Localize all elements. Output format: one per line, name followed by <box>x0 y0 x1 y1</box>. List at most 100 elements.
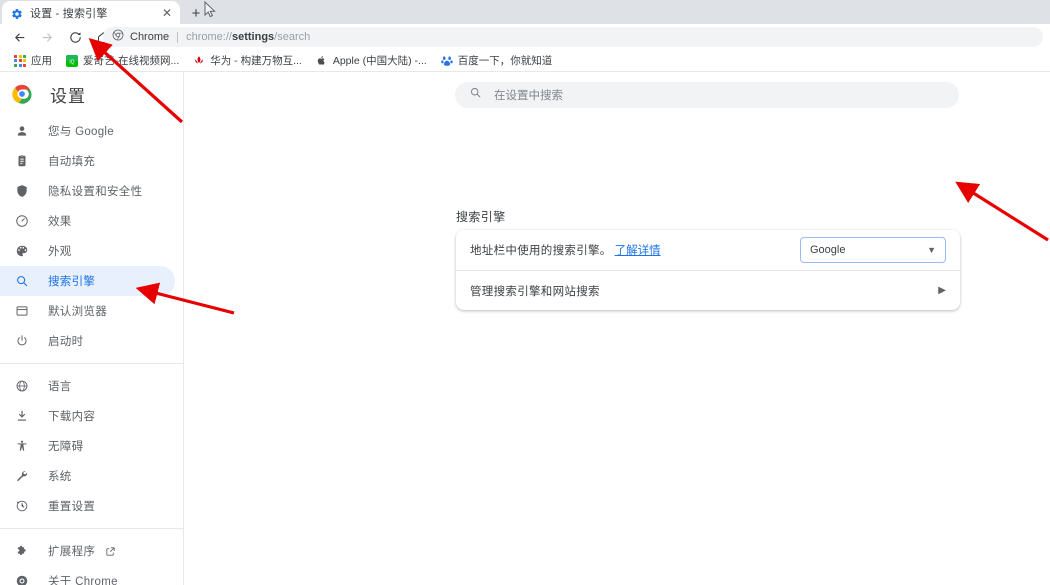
chrome-icon <box>14 573 30 585</box>
external-link-icon <box>105 546 116 557</box>
sidebar-item-system[interactable]: 系统 <box>0 461 175 491</box>
sidebar-item-label: 效果 <box>48 216 72 228</box>
wrench-icon <box>14 468 30 484</box>
sidebar-item-label: 外观 <box>48 246 72 258</box>
chevron-right-icon: ▶ <box>938 285 946 296</box>
huawei-icon <box>193 55 205 67</box>
sidebar-item-accessibility[interactable]: 无障碍 <box>0 431 175 461</box>
omnibox-url: chrome://settings/search <box>186 31 310 43</box>
browser-window: 设置 - 搜索引擎 ✕ + Chrome chrome://settings/s… <box>0 0 1050 585</box>
sidebar-item-label: 系统 <box>48 471 72 483</box>
sidebar-item-label: 默认浏览器 <box>48 306 107 318</box>
learn-more-link[interactable]: 了解详情 <box>615 242 661 258</box>
bookmark-label: 应用 <box>31 55 52 67</box>
baidu-icon <box>440 55 453 67</box>
back-button[interactable] <box>7 25 31 49</box>
sidebar-item-reset-settings[interactable]: 重置设置 <box>0 491 175 521</box>
apple-icon <box>316 55 328 67</box>
forward-button[interactable] <box>35 25 59 49</box>
search-engine-card: 地址栏中使用的搜索引擎。 了解详情 Google ▼ 管理搜索引擎和网站搜索 ▶ <box>456 230 960 310</box>
person-icon <box>14 123 30 139</box>
section-title: 搜索引擎 <box>456 210 506 224</box>
palette-icon <box>14 243 30 259</box>
accessibility-icon <box>14 438 30 454</box>
shield-icon <box>14 183 30 199</box>
sidebar-item-label: 搜索引擎 <box>48 276 96 288</box>
gear-icon <box>11 7 23 19</box>
history-icon <box>14 498 30 514</box>
chevron-down-icon: ▼ <box>927 245 936 255</box>
omnibox-separator <box>177 31 179 43</box>
tab-title: 设置 - 搜索引擎 <box>30 7 108 20</box>
download-icon <box>14 408 30 424</box>
chrome-logo-icon <box>12 84 32 104</box>
bookmark-label: Apple (中国大陆) -... <box>332 55 427 67</box>
sidebar-item-label: 语言 <box>48 381 72 393</box>
settings-header: 设置 <box>0 72 183 116</box>
svg-text:iQ: iQ <box>70 59 75 65</box>
sidebar-item-label: 下载内容 <box>48 411 96 423</box>
url-suffix: /search <box>274 31 311 43</box>
sidebar-item-label: 您与 Google <box>48 126 114 138</box>
sidebar-item-search-engine[interactable]: 搜索引擎 <box>0 266 175 296</box>
sidebar-divider-bottom <box>0 528 183 529</box>
bookmark-label: 爱奇艺-在线视频网... <box>83 55 180 67</box>
omnibox-chip-label: Chrome <box>130 31 170 43</box>
browser-toolbar: Chrome chrome://settings/search <box>0 24 1050 50</box>
apps-grid-icon <box>14 54 26 67</box>
bookmark-apps[interactable]: 应用 <box>8 52 58 70</box>
settings-content: 在设置中搜索 搜索引擎 地址栏中使用的搜索引擎。 了解详情 Google ▼ 管… <box>184 72 1050 585</box>
url-prefix: chrome:// <box>186 31 232 43</box>
sidebar-item-default-browser[interactable]: 默认浏览器 <box>0 296 175 326</box>
sidebar-item-label: 自动填充 <box>48 156 96 168</box>
sidebar-item-autofill[interactable]: 自动填充 <box>0 146 175 176</box>
sidebar-item-performance[interactable]: 效果 <box>0 206 175 236</box>
row-label: 地址栏中使用的搜索引擎。 <box>470 245 612 257</box>
chrome-icon <box>112 28 124 46</box>
bookmark-apple[interactable]: Apple (中国大陆) -... <box>310 52 433 70</box>
close-icon[interactable]: ✕ <box>160 6 174 20</box>
browser-tab[interactable]: 设置 - 搜索引擎 ✕ <box>2 1 180 24</box>
sidebar-item-you-and-google[interactable]: 您与 Google <box>0 116 175 146</box>
new-tab-button[interactable]: + <box>186 3 206 23</box>
sidebar-item-on-startup[interactable]: 启动时 <box>0 326 175 356</box>
sidebar-item-label: 隐私设置和安全性 <box>48 186 143 198</box>
speedometer-icon <box>14 213 30 229</box>
search-icon <box>14 273 30 289</box>
address-bar[interactable]: Chrome chrome://settings/search <box>103 27 1043 47</box>
bookmark-label: 百度一下，你就知道 <box>457 55 553 67</box>
sidebar-item-label: 关于 Chrome <box>48 576 118 585</box>
page-title: 设置 <box>50 86 86 106</box>
sidebar-item-privacy-security[interactable]: 隐私设置和安全性 <box>0 176 175 206</box>
sidebar-item-about-chrome[interactable]: 关于 Chrome <box>0 566 175 585</box>
sidebar-divider <box>0 363 183 364</box>
sidebar-item-downloads[interactable]: 下载内容 <box>0 401 175 431</box>
puzzle-icon <box>14 543 30 559</box>
bookmark-label: 华为 - 构建万物互... <box>210 55 302 67</box>
search-input[interactable]: 在设置中搜索 <box>455 82 959 108</box>
settings-sidebar: 设置 您与 Google 自动填充 隐私设置和安全性 效果 外观 搜索引擎 默认… <box>0 72 184 585</box>
selected-engine-value: Google <box>810 244 846 256</box>
bookmark-iqiyi[interactable]: iQ 爱奇艺-在线视频网... <box>60 52 185 70</box>
sidebar-item-label: 启动时 <box>48 336 84 348</box>
row-label: 管理搜索引擎和网站搜索 <box>470 285 600 298</box>
sidebar-item-appearance[interactable]: 外观 <box>0 236 175 266</box>
clipboard-icon <box>14 153 30 169</box>
search-engine-dropdown[interactable]: Google ▼ <box>800 237 946 263</box>
iqiyi-icon: iQ <box>66 54 78 67</box>
power-icon <box>14 333 30 349</box>
sidebar-item-extensions[interactable]: 扩展程序 <box>0 536 175 566</box>
tab-strip: 设置 - 搜索引擎 ✕ + <box>0 0 1050 24</box>
url-bold-segment: settings <box>231 31 275 43</box>
browser-window-icon <box>14 303 30 319</box>
sidebar-item-label: 无障碍 <box>48 441 84 453</box>
bookmark-baidu[interactable]: 百度一下，你就知道 <box>435 52 559 70</box>
search-placeholder: 在设置中搜索 <box>494 90 563 102</box>
sidebar-item-languages[interactable]: 语言 <box>0 371 175 401</box>
reload-button[interactable] <box>63 25 87 49</box>
row-manage-search-engines[interactable]: 管理搜索引擎和网站搜索 ▶ <box>456 270 960 310</box>
bookmark-huawei[interactable]: 华为 - 构建万物互... <box>187 52 308 70</box>
search-icon <box>469 86 482 104</box>
globe-icon <box>14 378 30 394</box>
bookmarks-bar: 应用 iQ 爱奇艺-在线视频网... 华为 - 构建万物互... Apple (… <box>0 50 1050 72</box>
